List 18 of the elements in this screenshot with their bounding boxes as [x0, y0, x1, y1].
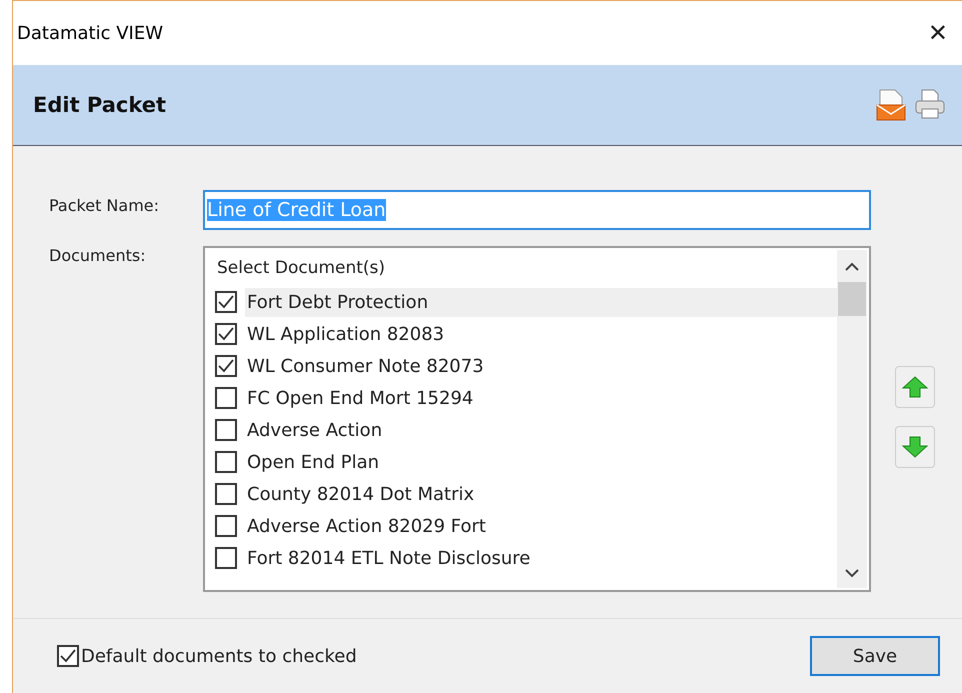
- page-title: Edit Packet: [33, 93, 166, 117]
- document-item[interactable]: WL Application 82083: [245, 320, 837, 348]
- selected-text: Line of Credit Loan: [207, 199, 386, 221]
- close-button[interactable]: ✕: [924, 19, 952, 47]
- document-item[interactable]: WL Consumer Note 82073: [245, 352, 837, 380]
- document-item[interactable]: Open End Plan: [245, 448, 837, 476]
- document-item[interactable]: County 82014 Dot Matrix: [245, 480, 837, 508]
- field-label: Documents:: [49, 246, 147, 265]
- document-item[interactable]: Adverse Action 82029 Fort: [245, 512, 837, 540]
- list-heading: Select Document(s): [217, 258, 386, 278]
- document-item[interactable]: FC Open End Mort 15294: [245, 384, 837, 412]
- checkbox-label: Default documents to checked: [81, 646, 357, 666]
- document-item[interactable]: Fort Debt Protection: [245, 288, 837, 316]
- document-item[interactable]: Fort 82014 ETL Note Disclosure: [245, 544, 837, 572]
- save-button[interactable]: Save: [810, 636, 940, 676]
- window-title: Datamatic VIEW: [17, 22, 164, 44]
- field-label: Packet Name:: [49, 195, 160, 215]
- document-item[interactable]: Adverse Action: [245, 416, 837, 444]
